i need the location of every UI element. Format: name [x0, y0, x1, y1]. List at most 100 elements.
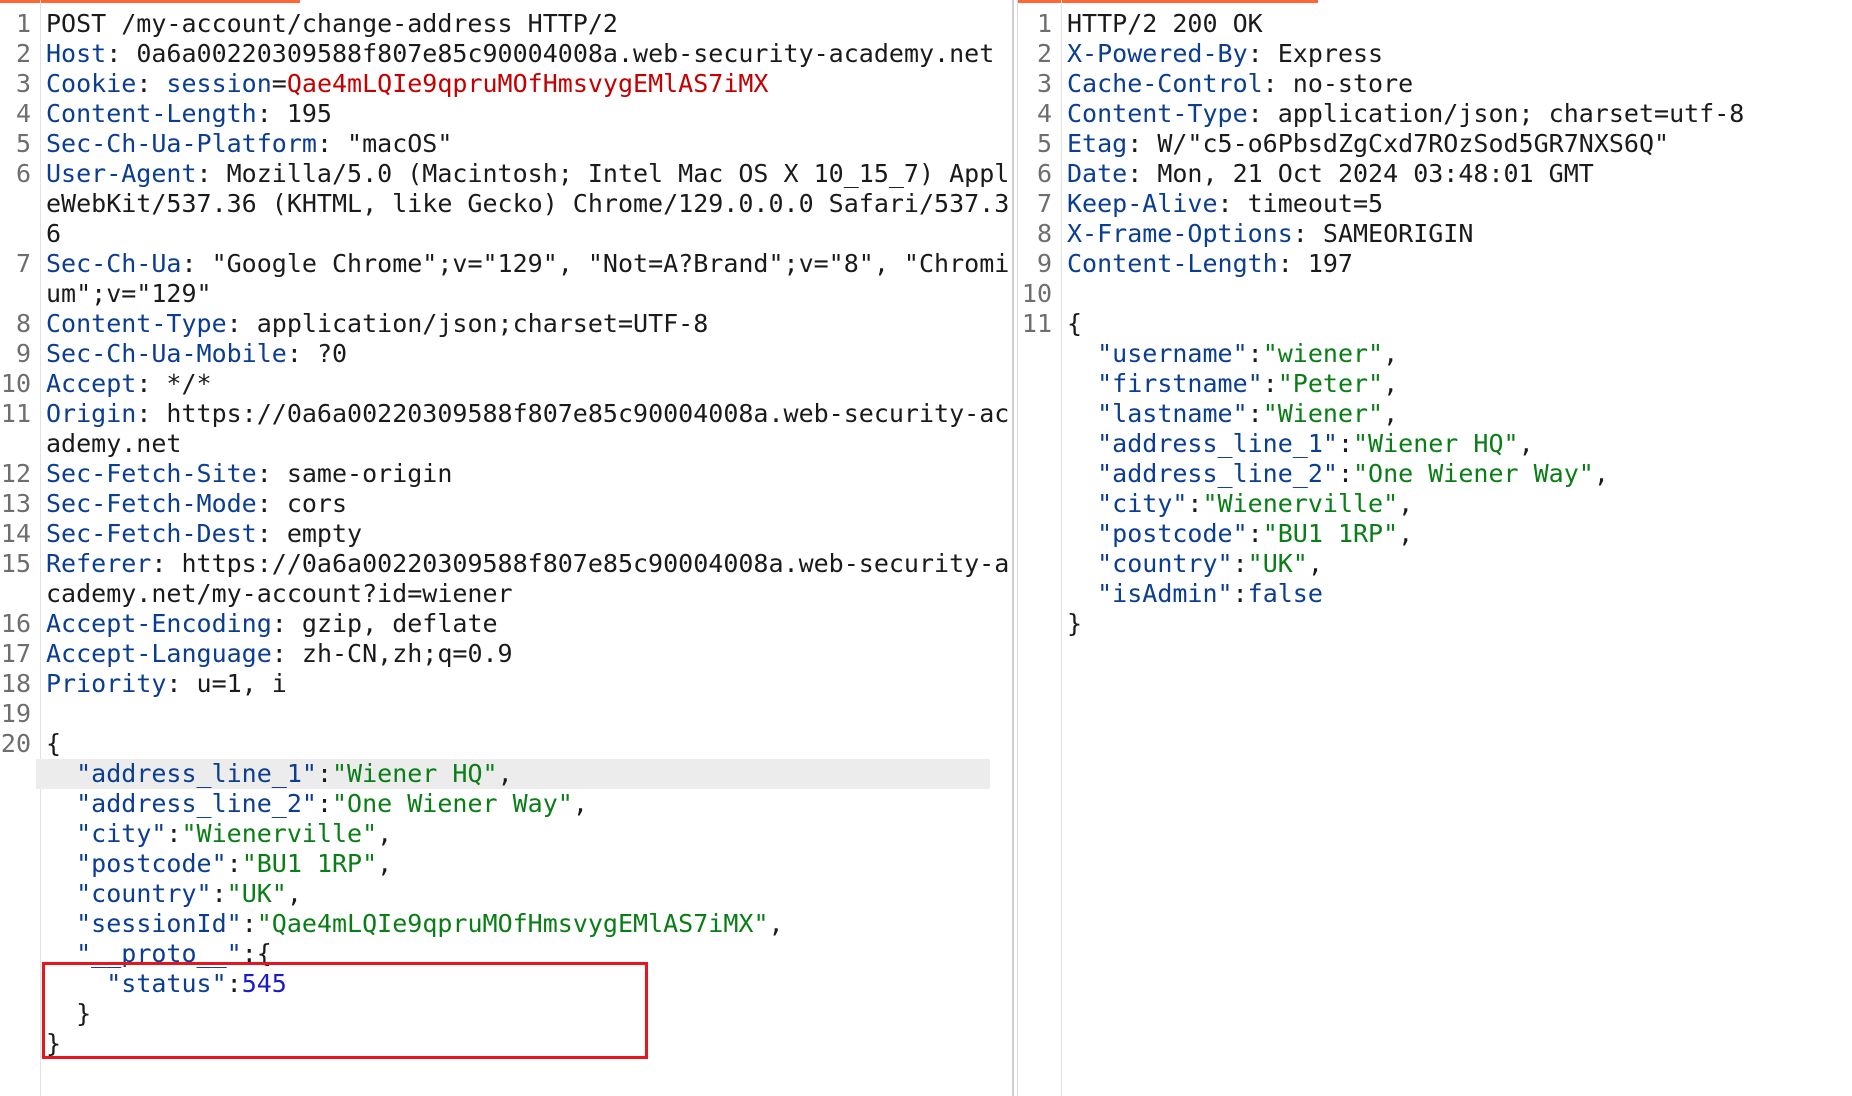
line-content[interactable]: Content-Length: 195	[36, 99, 1012, 129]
editor-line[interactable]: "__proto__":{	[0, 939, 1012, 969]
line-content[interactable]: "isAdmin":false	[1057, 579, 1852, 609]
editor-line[interactable]: 8 X-Frame-Options: SAMEORIGIN	[1018, 219, 1852, 249]
editor-line[interactable]: 3 Cache-Control: no-store	[1018, 69, 1852, 99]
editor-line[interactable]: 10 Accept: */*	[0, 369, 1012, 399]
editor-line[interactable]: 10	[1018, 279, 1852, 309]
editor-line[interactable]: 12 Sec-Fetch-Site: same-origin	[0, 459, 1012, 489]
line-content[interactable]: "city":"Wienerville",	[36, 819, 1012, 849]
line-content[interactable]: POST /my-account/change-address HTTP/2	[36, 9, 1012, 39]
line-content[interactable]: Origin: https://0a6a00220309588f807e85c9…	[36, 399, 1012, 459]
line-content[interactable]: "city":"Wienerville",	[1057, 489, 1852, 519]
editor-line[interactable]: "status":545	[0, 969, 1012, 999]
line-content[interactable]	[1057, 279, 1852, 309]
line-content[interactable]: Priority: u=1, i	[36, 669, 1012, 699]
editor-line[interactable]: "sessionId":"Qae4mLQIe9qpruMOfHmsvygEMlA…	[0, 909, 1012, 939]
editor-line[interactable]: "username":"wiener",	[1018, 339, 1852, 369]
editor-line[interactable]: 6 Date: Mon, 21 Oct 2024 03:48:01 GMT	[1018, 159, 1852, 189]
editor-line[interactable]: 1 HTTP/2 200 OK	[1018, 9, 1852, 39]
editor-line[interactable]: }	[0, 999, 1012, 1029]
line-content[interactable]: Host: 0a6a00220309588f807e85c90004008a.w…	[36, 39, 1012, 69]
editor-line[interactable]: 7 Sec-Ch-Ua: "Google Chrome";v="129", "No…	[0, 249, 1012, 309]
line-content[interactable]: Sec-Ch-Ua: "Google Chrome";v="129", "Not…	[36, 249, 1012, 309]
response-editor[interactable]: 1 HTTP/2 200 OK 2 X-Powered-By: Express 3 Cac…	[1017, 0, 1852, 1096]
line-content[interactable]: "address_line_1":"Wiener HQ",	[36, 759, 990, 789]
line-content[interactable]: Content-Type: application/json; charset=…	[1057, 99, 1852, 129]
line-content[interactable]: X-Frame-Options: SAMEORIGIN	[1057, 219, 1852, 249]
line-content[interactable]: }	[36, 999, 1012, 1029]
line-content[interactable]: "status":545	[36, 969, 1012, 999]
line-content[interactable]	[36, 699, 1012, 729]
editor-line[interactable]: "country":"UK",	[0, 879, 1012, 909]
editor-line[interactable]: 11 Origin: https://0a6a00220309588f807e85…	[0, 399, 1012, 459]
editor-line[interactable]: }	[0, 1029, 1012, 1059]
editor-line[interactable]: "postcode":"BU1 1RP",	[0, 849, 1012, 879]
line-content[interactable]: "username":"wiener",	[1057, 339, 1852, 369]
editor-line[interactable]: "address_line_1":"Wiener HQ",	[0, 759, 1012, 789]
editor-line[interactable]: 7 Keep-Alive: timeout=5	[1018, 189, 1852, 219]
editor-line[interactable]: 4 Content-Type: application/json; charset…	[1018, 99, 1852, 129]
editor-line[interactable]: 9 Sec-Ch-Ua-Mobile: ?0	[0, 339, 1012, 369]
editor-line[interactable]: 15 Referer: https://0a6a00220309588f807e8…	[0, 549, 1012, 609]
line-content[interactable]: Content-Length: 197	[1057, 249, 1852, 279]
line-content[interactable]: Keep-Alive: timeout=5	[1057, 189, 1852, 219]
line-content[interactable]: "sessionId":"Qae4mLQIe9qpruMOfHmsvygEMlA…	[36, 909, 1012, 939]
editor-line[interactable]: "city":"Wienerville",	[0, 819, 1012, 849]
editor-line[interactable]: 14 Sec-Fetch-Dest: empty	[0, 519, 1012, 549]
editor-line[interactable]: 8 Content-Type: application/json;charset=…	[0, 309, 1012, 339]
editor-line[interactable]: }	[1018, 609, 1852, 639]
editor-line[interactable]: 5 Sec-Ch-Ua-Platform: "macOS"	[0, 129, 1012, 159]
line-content[interactable]: Sec-Ch-Ua-Mobile: ?0	[36, 339, 1012, 369]
line-content[interactable]: }	[1057, 609, 1852, 639]
line-content[interactable]: Sec-Fetch-Mode: cors	[36, 489, 1012, 519]
editor-line[interactable]: 9 Content-Length: 197	[1018, 249, 1852, 279]
editor-line[interactable]: 19	[0, 699, 1012, 729]
editor-line[interactable]: 5 Etag: W/"c5-o6PbsdZgCxd7ROzSod5GR7NXS6Q…	[1018, 129, 1852, 159]
line-content[interactable]: "firstname":"Peter",	[1057, 369, 1852, 399]
line-content[interactable]: Etag: W/"c5-o6PbsdZgCxd7ROzSod5GR7NXS6Q"	[1057, 129, 1852, 159]
line-content[interactable]: Sec-Fetch-Site: same-origin	[36, 459, 1012, 489]
editor-line[interactable]: 4 Content-Length: 195	[0, 99, 1012, 129]
request-text-area[interactable]: 1 POST /my-account/change-address HTTP/2 2…	[0, 9, 1012, 1059]
line-content[interactable]: {	[1057, 309, 1852, 339]
line-content[interactable]: "__proto__":{	[36, 939, 1012, 969]
line-content[interactable]: "lastname":"Wiener",	[1057, 399, 1852, 429]
line-content[interactable]: "address_line_2":"One Wiener Way",	[36, 789, 1012, 819]
line-content[interactable]: "postcode":"BU1 1RP",	[36, 849, 1012, 879]
editor-line[interactable]: 3 Cookie: session=Qae4mLQIe9qpruMOfHmsvyg…	[0, 69, 1012, 99]
line-content[interactable]: "address_line_2":"One Wiener Way",	[1057, 459, 1852, 489]
editor-line[interactable]: "firstname":"Peter",	[1018, 369, 1852, 399]
line-content[interactable]: "country":"UK",	[36, 879, 1012, 909]
line-content[interactable]: Cache-Control: no-store	[1057, 69, 1852, 99]
line-content[interactable]: Accept-Encoding: gzip, deflate	[36, 609, 1012, 639]
line-content[interactable]: HTTP/2 200 OK	[1057, 9, 1852, 39]
editor-line[interactable]: "city":"Wienerville",	[1018, 489, 1852, 519]
editor-line[interactable]: "address_line_1":"Wiener HQ",	[1018, 429, 1852, 459]
line-content[interactable]: "address_line_1":"Wiener HQ",	[1057, 429, 1852, 459]
line-content[interactable]: {	[36, 729, 1012, 759]
editor-line[interactable]: "isAdmin":false	[1018, 579, 1852, 609]
editor-line[interactable]: 17 Accept-Language: zh-CN,zh;q=0.9	[0, 639, 1012, 669]
line-content[interactable]: "country":"UK",	[1057, 549, 1852, 579]
line-content[interactable]: Sec-Fetch-Dest: empty	[36, 519, 1012, 549]
line-content[interactable]: Accept: */*	[36, 369, 1012, 399]
line-content[interactable]: Content-Type: application/json;charset=U…	[36, 309, 1012, 339]
editor-line[interactable]: 1 POST /my-account/change-address HTTP/2	[0, 9, 1012, 39]
line-content[interactable]: User-Agent: Mozilla/5.0 (Macintosh; Inte…	[36, 159, 1012, 249]
editor-line[interactable]: "address_line_2":"One Wiener Way",	[0, 789, 1012, 819]
editor-line[interactable]: 20 {	[0, 729, 1012, 759]
editor-line[interactable]: 11 {	[1018, 309, 1852, 339]
line-content[interactable]: Sec-Ch-Ua-Platform: "macOS"	[36, 129, 1012, 159]
request-editor[interactable]: 1 POST /my-account/change-address HTTP/2 2…	[0, 0, 1014, 1096]
editor-line[interactable]: 18 Priority: u=1, i	[0, 669, 1012, 699]
line-content[interactable]: Cookie: session=Qae4mLQIe9qpruMOfHmsvygE…	[36, 69, 1012, 99]
editor-line[interactable]: 2 Host: 0a6a00220309588f807e85c90004008a.…	[0, 39, 1012, 69]
line-content[interactable]: Accept-Language: zh-CN,zh;q=0.9	[36, 639, 1012, 669]
line-content[interactable]: }	[36, 1029, 1012, 1059]
editor-line[interactable]: "country":"UK",	[1018, 549, 1852, 579]
editor-line[interactable]: 6 User-Agent: Mozilla/5.0 (Macintosh; Int…	[0, 159, 1012, 249]
line-content[interactable]: Date: Mon, 21 Oct 2024 03:48:01 GMT	[1057, 159, 1852, 189]
line-content[interactable]: "postcode":"BU1 1RP",	[1057, 519, 1852, 549]
line-content[interactable]: Referer: https://0a6a00220309588f807e85c…	[36, 549, 1012, 609]
editor-line[interactable]: "postcode":"BU1 1RP",	[1018, 519, 1852, 549]
response-text-area[interactable]: 1 HTTP/2 200 OK 2 X-Powered-By: Express 3 Cac…	[1018, 9, 1852, 639]
